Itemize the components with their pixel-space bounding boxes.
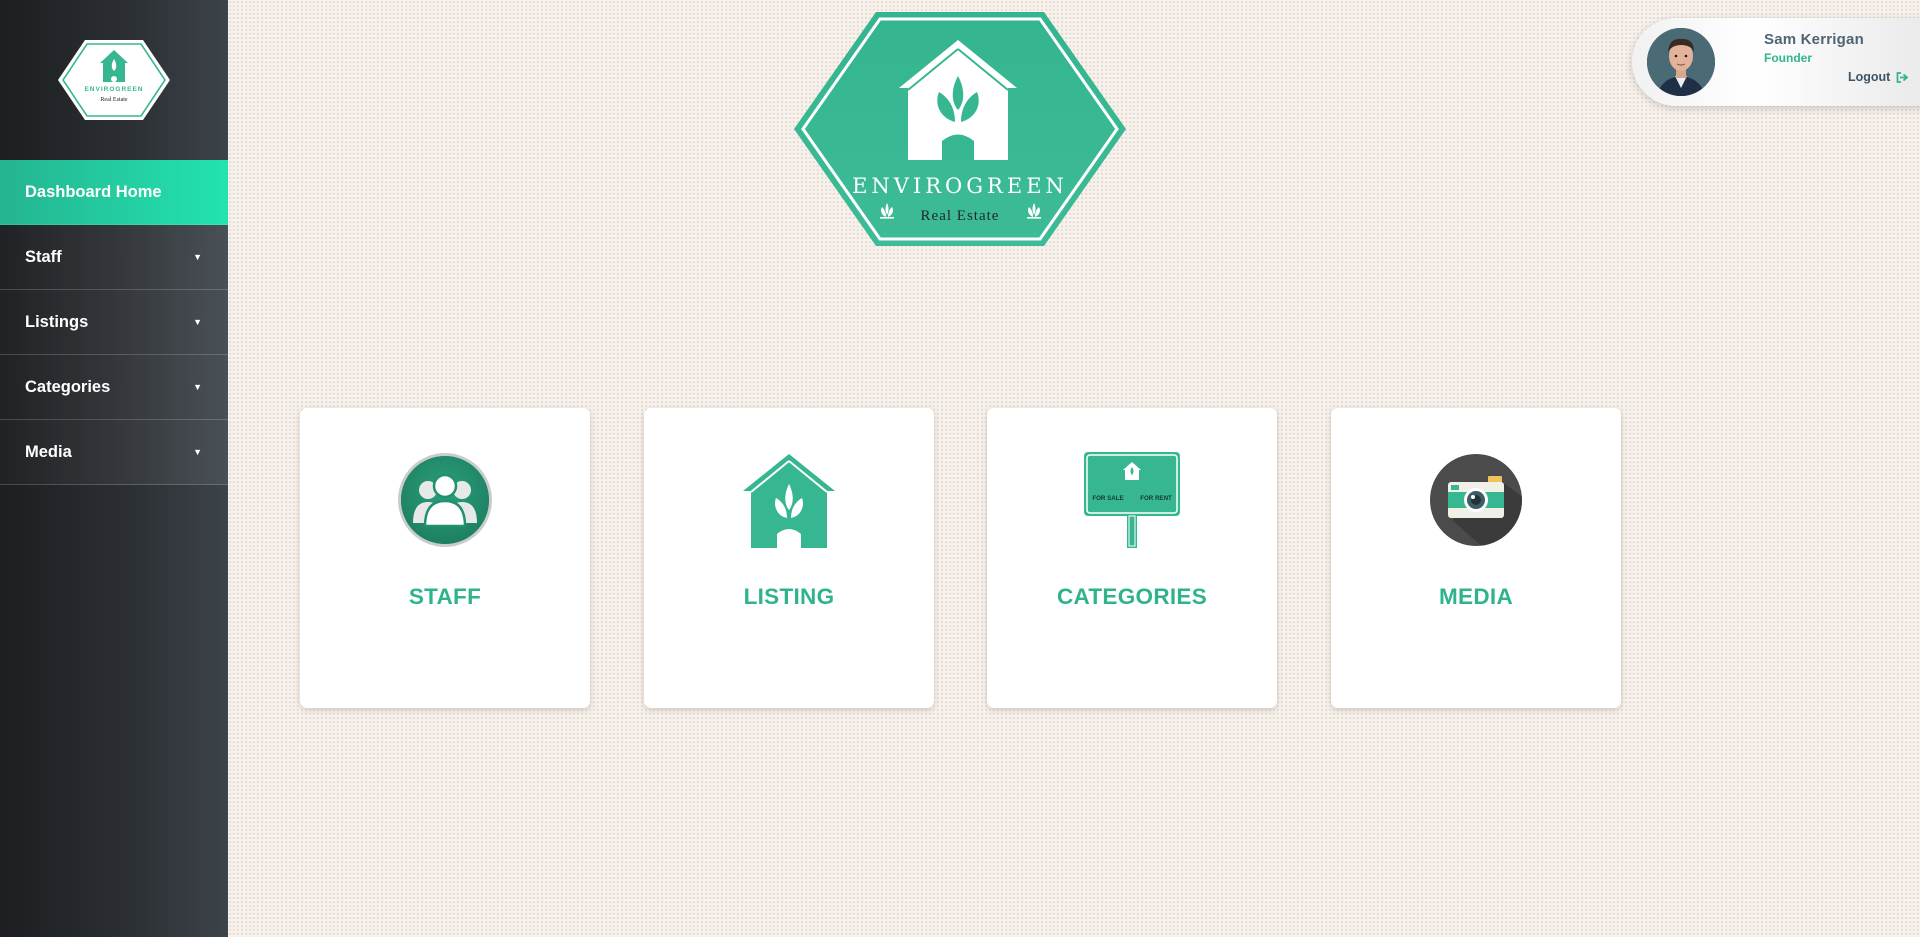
sidebar-item-label: Listings <box>25 312 89 331</box>
main-logo-tagline: Real Estate <box>921 208 1000 224</box>
caret-down-icon: ▼ <box>193 382 202 392</box>
sign-left-text: FOR SALE <box>1092 495 1123 502</box>
house-leaf-icon <box>743 454 835 548</box>
camera-icon <box>1430 454 1522 546</box>
sale-sign-icon: FOR SALE FOR RENT <box>1084 452 1180 548</box>
staff-group-icon <box>398 453 492 547</box>
main-logo: ENVIROGREEN Real Estate <box>794 12 1126 246</box>
sidebar-item-listings[interactable]: Listings ▼ <box>0 290 228 355</box>
avatar[interactable] <box>1647 28 1715 96</box>
card-label: MEDIA <box>1439 584 1513 609</box>
sidebar-item-categories[interactable]: Categories ▼ <box>0 355 228 420</box>
caret-down-icon: ▼ <box>193 252 202 262</box>
sidebar-item-dashboard-home[interactable]: Dashboard Home <box>0 160 228 225</box>
sidebar-item-label: Categories <box>25 377 111 396</box>
sidebar-item-label: Dashboard Home <box>25 182 162 201</box>
sidebar-logo[interactable]: ENVIROGREEN Real Estate <box>56 38 172 122</box>
caret-down-icon: ▼ <box>193 447 202 457</box>
sidebar-logo-tagline: Real Estate <box>100 97 127 103</box>
caret-down-icon: ▼ <box>193 317 202 327</box>
user-portrait-icon <box>1647 28 1715 96</box>
main-logo-brand: ENVIROGREEN <box>852 174 1068 198</box>
sidebar-nav: Dashboard Home Staff ▼ Listings ▼ Catego… <box>0 160 228 485</box>
card-label: LISTING <box>743 584 835 609</box>
sidebar-item-staff[interactable]: Staff ▼ <box>0 225 228 290</box>
sign-out-icon <box>1896 71 1909 83</box>
sidebar-item-media[interactable]: Media ▼ <box>0 420 228 485</box>
sidebar-item-label: Media <box>25 442 72 461</box>
listing-card[interactable]: LISTING <box>644 408 934 708</box>
logout-button[interactable]: Logout <box>1848 70 1909 84</box>
staff-card[interactable]: STAFF <box>300 408 590 708</box>
logout-label: Logout <box>1848 70 1891 84</box>
user-role: Founder <box>1764 51 1812 65</box>
card-label: CATEGORIES <box>1056 584 1208 609</box>
user-card: Sam Kerrigan Founder Logout <box>1632 18 1920 106</box>
card-label: STAFF <box>408 584 482 609</box>
user-name: Sam Kerrigan <box>1764 31 1864 48</box>
sidebar-logo-brand: ENVIROGREEN <box>84 86 143 93</box>
sidebar: ENVIROGREEN Real Estate Dashboard Home S… <box>0 0 228 937</box>
media-card[interactable]: MEDIA <box>1331 408 1621 708</box>
categories-card[interactable]: FOR SALE FOR RENT CATEGORIES <box>987 408 1277 708</box>
sidebar-item-label: Staff <box>25 247 62 266</box>
sign-right-text: FOR RENT <box>1140 495 1172 502</box>
